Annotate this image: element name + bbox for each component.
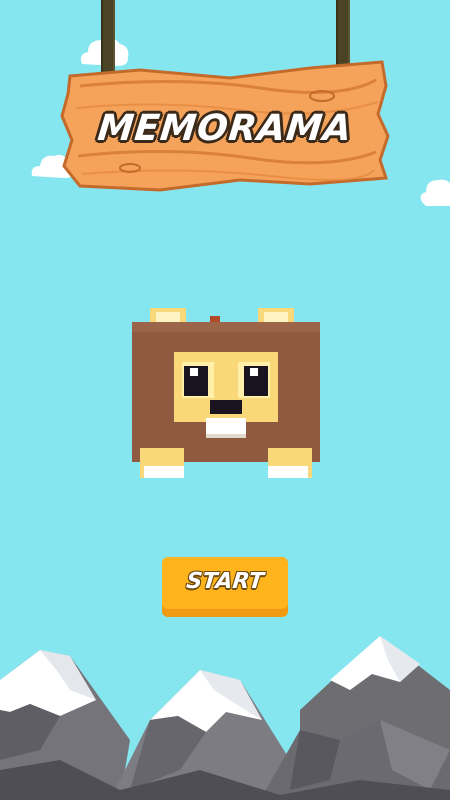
start-button-label: START xyxy=(185,569,265,594)
cloud-icon xyxy=(420,179,450,206)
game-screen: MEMORAMA START xyxy=(0,0,450,800)
game-title: MEMORAMA xyxy=(95,108,355,149)
lion-character-icon xyxy=(132,308,320,478)
mountains-icon xyxy=(0,636,450,800)
title-sign: MEMORAMA xyxy=(60,56,390,196)
start-button[interactable]: START xyxy=(162,557,288,617)
